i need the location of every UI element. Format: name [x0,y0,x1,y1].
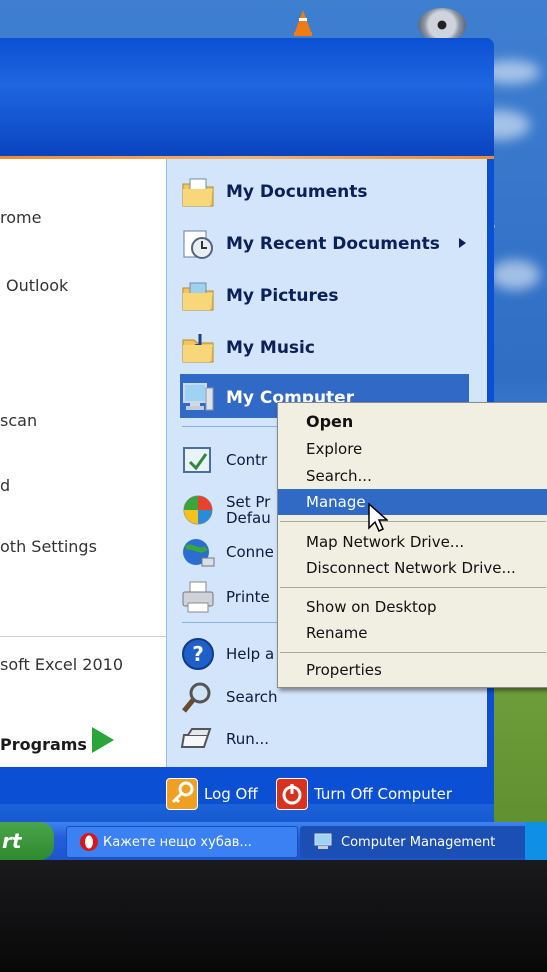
run-icon [180,728,212,748]
log-off-label: Log Off [204,785,258,803]
ctx-separator [280,587,546,588]
disc-icon[interactable] [418,8,466,42]
vlc-cone-icon[interactable] [293,10,313,36]
place-control-panel[interactable]: Contr [180,436,267,484]
monitor-bezel [0,860,547,972]
place-set-program-access[interactable]: Set Pr Defau [180,486,271,534]
ctx-explore[interactable]: Explore [278,436,547,462]
ctx-rename[interactable]: Rename [278,620,547,646]
left-separator [0,636,166,637]
taskbar-button-opera[interactable]: Кажете нещо хубав... [66,826,298,858]
folder-pictures-icon [182,282,214,311]
program-item-d[interactable]: d [0,476,10,495]
start-button[interactable]: rt [0,822,54,860]
turn-off-label: Turn Off Computer [314,785,453,803]
turn-off-computer-button[interactable]: Turn Off Computer [276,778,452,810]
start-menu-header [0,38,494,156]
place-printers[interactable]: Printe [180,573,270,621]
program-item-outlook[interactable]: Outlook [6,276,68,295]
system-tray [525,822,547,860]
place-run[interactable]: Run... [180,715,269,763]
pinned-programs-panel [0,159,166,767]
all-programs-arrow-icon[interactable] [92,727,114,753]
key-icon [166,778,198,810]
log-off-button[interactable]: Log Off [166,778,258,810]
context-menu: Open Explore Search... Manage Map Networ… [277,402,547,688]
set-program-label-line2: Defau [226,509,271,527]
program-item-chrome[interactable]: rome [0,208,41,227]
taskbar-button-label: Кажете нещо хубав... [103,834,252,850]
place-my-recent-documents[interactable]: My Recent Documents [180,220,440,268]
power-icon [276,778,308,810]
submenu-arrow-icon [459,238,466,248]
control-panel-icon [183,447,211,473]
place-search[interactable]: Search [180,673,278,721]
ctx-separator [280,521,546,522]
recent-documents-icon [183,230,213,259]
search-icon [182,682,211,713]
folder-music-icon [182,334,214,363]
ctx-properties[interactable]: Properties [278,657,547,683]
wallpaper-cloud [490,260,540,290]
place-my-music[interactable]: My Music [180,324,315,372]
taskbar-button-computer-management[interactable]: Computer Management [300,826,527,858]
place-connect-to[interactable]: Conne [180,528,274,576]
computer-icon [183,383,214,411]
ctx-search[interactable]: Search... [278,463,547,489]
ctx-manage[interactable]: Manage [278,489,547,515]
program-item-bluetooth-settings[interactable]: oth Settings [0,537,97,556]
computer-management-icon [314,833,332,849]
all-programs-button[interactable]: Programs [0,735,87,754]
default-programs-icon [183,495,213,525]
help-icon: ? [182,638,214,670]
ctx-separator [280,652,546,653]
program-item-scan[interactable]: scan [0,411,37,430]
ctx-show-on-desktop[interactable]: Show on Desktop [278,594,547,620]
svg-text:?: ? [192,642,204,666]
place-help-support[interactable]: ? Help a [180,630,274,678]
ctx-open[interactable]: Open [278,409,547,435]
place-my-pictures[interactable]: My Pictures [180,272,339,320]
opera-icon [80,833,98,851]
taskbar-button-label: Computer Management [341,834,496,850]
place-my-documents[interactable]: My Documents [180,168,367,216]
mouse-cursor-icon [368,503,388,533]
printer-icon [182,581,214,613]
ctx-disconnect-network-drive[interactable]: Disconnect Network Drive... [278,555,547,581]
ctx-map-network-drive[interactable]: Map Network Drive... [278,529,547,555]
folder-documents-icon [182,178,214,207]
connect-to-icon [183,539,215,567]
program-item-excel[interactable]: soft Excel 2010 [0,655,123,674]
